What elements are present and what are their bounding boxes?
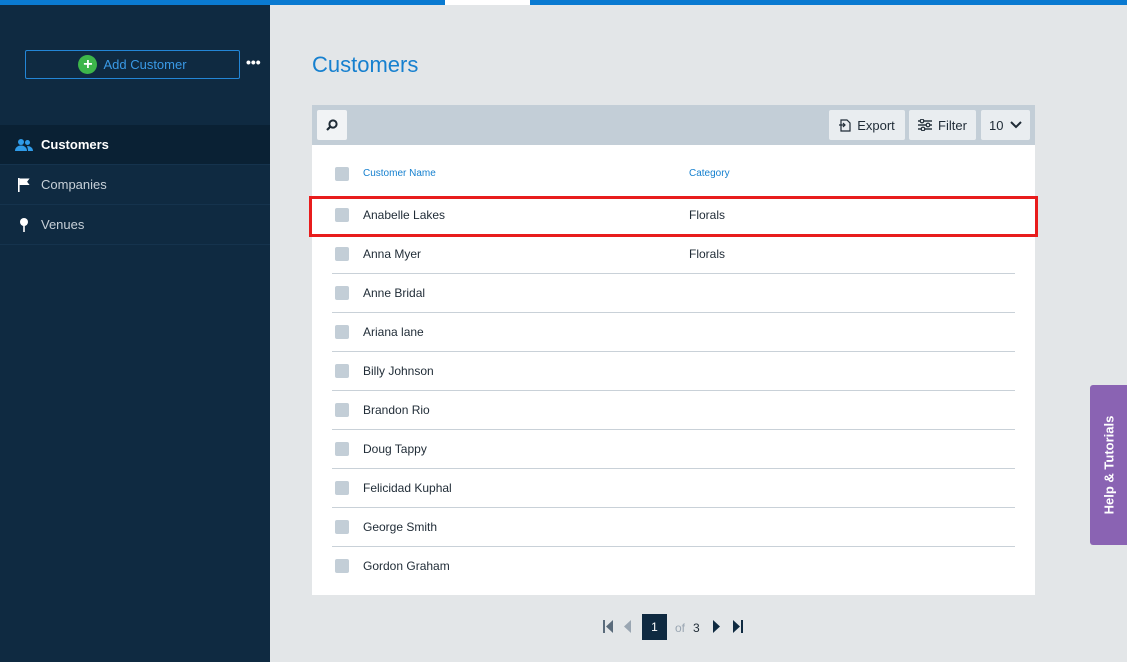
plus-icon: +: [78, 55, 98, 74]
select-all-checkbox[interactable]: [335, 167, 349, 181]
table-toolbar: Export Filter 10: [312, 105, 1035, 145]
prev-page-icon[interactable]: [624, 620, 632, 633]
table-row[interactable]: Brandon Rio: [332, 391, 1015, 430]
add-customer-label: Add Customer: [103, 57, 187, 72]
customers-table-panel: Export Filter 10 Customer Name Category: [312, 105, 1035, 595]
table-row[interactable]: Doug Tappy: [332, 430, 1015, 469]
filter-button[interactable]: Filter: [909, 110, 976, 140]
row-checkbox[interactable]: [335, 520, 349, 534]
customer-name-cell[interactable]: George Smith: [363, 520, 437, 534]
export-icon: [839, 118, 851, 132]
sidebar-item-companies[interactable]: Companies: [0, 165, 270, 205]
per-page-value: 10: [989, 117, 1004, 133]
table-row[interactable]: George Smith: [332, 508, 1015, 547]
table-row[interactable]: Anabelle Lakes Florals: [332, 196, 1015, 235]
row-checkbox[interactable]: [335, 481, 349, 495]
customer-name-cell[interactable]: Doug Tappy: [363, 442, 427, 456]
sidebar-item-label: Venues: [41, 217, 85, 232]
column-header-category[interactable]: Category: [689, 168, 730, 179]
customer-name-cell[interactable]: Billy Johnson: [363, 364, 434, 378]
help-tutorials-label: Help & Tutorials: [1101, 415, 1116, 515]
row-checkbox[interactable]: [335, 325, 349, 339]
table-row[interactable]: Anna Myer Florals: [332, 235, 1015, 274]
sidebar-item-venues[interactable]: Venues: [0, 205, 270, 245]
more-options-button[interactable]: •••: [246, 54, 261, 70]
column-header-customer-name[interactable]: Customer Name: [363, 168, 436, 179]
row-checkbox[interactable]: [335, 286, 349, 300]
page-title: Customers: [312, 52, 419, 77]
row-checkbox[interactable]: [335, 559, 349, 573]
row-checkbox[interactable]: [335, 247, 349, 261]
customer-name-cell[interactable]: Anne Bridal: [363, 286, 425, 300]
last-page-icon[interactable]: [733, 620, 743, 633]
row-checkbox[interactable]: [335, 442, 349, 456]
export-button[interactable]: Export: [829, 110, 905, 140]
table-row[interactable]: Gordon Graham: [332, 547, 1015, 586]
first-page-icon[interactable]: [603, 620, 613, 633]
category-cell: Florals: [689, 208, 726, 222]
row-checkbox[interactable]: [335, 403, 349, 417]
filter-label: Filter: [938, 117, 967, 133]
main-content: Customers Export Filter 10 Customer Name…: [270, 5, 1127, 662]
row-checkbox[interactable]: [335, 208, 349, 222]
add-customer-button[interactable]: + Add Customer: [25, 50, 240, 79]
search-button[interactable]: [317, 110, 347, 140]
pagination: 1 of 3: [270, 614, 1127, 640]
sidebar: + Add Customer ••• Customers Companies V…: [0, 5, 270, 662]
customer-name-cell[interactable]: Anna Myer: [363, 247, 421, 261]
sliders-icon: [918, 119, 933, 131]
customer-name-cell[interactable]: Gordon Graham: [363, 559, 450, 573]
customer-name-cell[interactable]: Anabelle Lakes: [363, 208, 445, 222]
users-icon: [15, 137, 33, 153]
page-of-label: of: [675, 621, 686, 635]
export-label: Export: [857, 117, 895, 133]
chevron-down-icon: [1010, 121, 1022, 129]
per-page-select[interactable]: 10: [981, 110, 1030, 140]
customer-name-cell[interactable]: Brandon Rio: [363, 403, 430, 417]
search-icon: [326, 119, 338, 131]
sidebar-item-label: Customers: [41, 137, 109, 152]
total-pages: 3: [693, 621, 700, 635]
table-header: Customer Name Category: [332, 164, 1015, 184]
sidebar-nav: Customers Companies Venues: [0, 125, 270, 245]
table-row[interactable]: Felicidad Kuphal: [332, 469, 1015, 508]
table-body: Anabelle Lakes Florals Anna Myer Florals…: [332, 196, 1015, 586]
pin-icon: [15, 217, 33, 233]
customer-name-cell[interactable]: Ariana lane: [363, 325, 424, 339]
table-row[interactable]: Anne Bridal: [332, 274, 1015, 313]
help-tutorials-tab[interactable]: Help & Tutorials: [1090, 385, 1127, 545]
flag-icon: [15, 177, 33, 193]
next-page-icon[interactable]: [713, 620, 721, 633]
table-row[interactable]: Ariana lane: [332, 313, 1015, 352]
customer-name-cell[interactable]: Felicidad Kuphal: [363, 481, 452, 495]
sidebar-item-customers[interactable]: Customers: [0, 125, 270, 165]
table-row[interactable]: Billy Johnson: [332, 352, 1015, 391]
row-checkbox[interactable]: [335, 364, 349, 378]
sidebar-item-label: Companies: [41, 177, 107, 192]
current-page[interactable]: 1: [642, 614, 667, 640]
category-cell: Florals: [689, 247, 726, 261]
